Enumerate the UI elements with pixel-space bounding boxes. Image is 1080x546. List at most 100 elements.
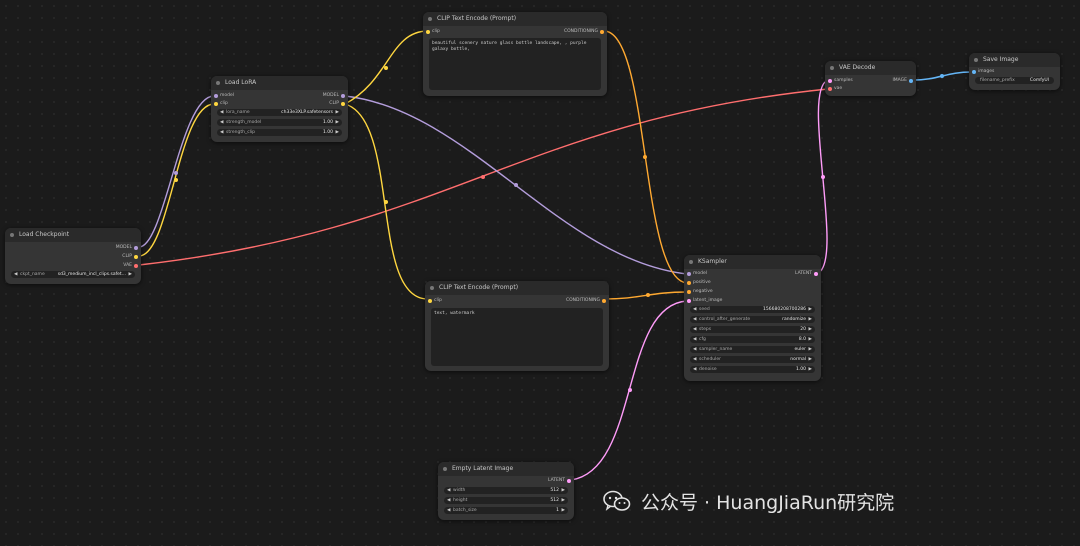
output-pin-icon[interactable]: [341, 101, 345, 106]
output-conditioning[interactable]: CONDITIONING: [566, 297, 606, 304]
arrow-right-icon[interactable]: ▶: [809, 346, 812, 353]
node-title-bar[interactable]: VAE Decode: [825, 61, 916, 75]
input-pin-icon[interactable]: [972, 69, 976, 74]
save-image-node[interactable]: Save Image images filename_prefix ComfyUI: [969, 53, 1060, 90]
arrow-right-icon[interactable]: ▶: [336, 119, 339, 126]
arrow-left-icon[interactable]: ◀: [220, 109, 223, 116]
output-pin-icon[interactable]: [134, 245, 138, 250]
arrow-right-icon[interactable]: ▶: [336, 129, 339, 136]
output-clip[interactable]: CLIP: [122, 253, 138, 260]
strength-clip-slider[interactable]: ◀ strength_clip 1.00 ▶: [217, 129, 342, 136]
input-pin-icon[interactable]: [214, 101, 218, 106]
node-title-bar[interactable]: Load Checkpoint: [5, 228, 141, 242]
collapse-dot-icon[interactable]: [830, 66, 834, 70]
vae-decode-node[interactable]: VAE Decode samples vae IMAGE: [825, 61, 916, 96]
collapse-dot-icon[interactable]: [443, 467, 447, 471]
scheduler-combo[interactable]: ◀ scheduler normal ▶: [690, 356, 815, 363]
node-title-bar[interactable]: Load LoRA: [211, 76, 348, 90]
output-pin-icon[interactable]: [341, 93, 345, 98]
output-model[interactable]: MODEL: [116, 244, 138, 251]
arrow-left-icon[interactable]: ◀: [693, 366, 696, 373]
arrow-right-icon[interactable]: ▶: [809, 306, 812, 313]
arrow-right-icon[interactable]: ▶: [809, 316, 812, 323]
sampler-name-combo[interactable]: ◀ sampler_name euler ▶: [690, 346, 815, 353]
arrow-left-icon[interactable]: ◀: [14, 271, 17, 278]
node-title-bar[interactable]: Save Image: [969, 53, 1060, 67]
clip-text-encode-negative-node[interactable]: CLIP Text Encode (Prompt) clip CONDITION…: [425, 281, 609, 371]
prompt-textarea[interactable]: beautiful scenery nature glass bottle la…: [429, 38, 601, 90]
ksampler-node[interactable]: KSampler model positive negative latent_…: [684, 255, 821, 381]
output-conditioning[interactable]: CONDITIONING: [564, 28, 604, 35]
collapse-dot-icon[interactable]: [10, 233, 14, 237]
prompt-textarea[interactable]: text, watermark: [431, 308, 603, 366]
output-pin-icon[interactable]: [600, 29, 604, 34]
arrow-right-icon[interactable]: ▶: [336, 109, 339, 116]
filename-prefix-field[interactable]: filename_prefix ComfyUI: [975, 77, 1054, 84]
seed-field[interactable]: ◀ seed 156680208700286 ▶: [690, 306, 815, 313]
input-pin-icon[interactable]: [214, 93, 218, 98]
output-vae[interactable]: VAE: [123, 262, 138, 269]
output-clip[interactable]: CLIP: [329, 100, 345, 107]
arrow-right-icon[interactable]: ▶: [129, 271, 132, 278]
node-title-bar[interactable]: CLIP Text Encode (Prompt): [423, 12, 607, 26]
input-model[interactable]: model: [214, 92, 234, 99]
arrow-right-icon[interactable]: ▶: [809, 326, 812, 333]
arrow-left-icon[interactable]: ◀: [220, 129, 223, 136]
input-positive[interactable]: positive: [687, 279, 711, 286]
node-title-bar[interactable]: KSampler: [684, 255, 821, 269]
input-latent-image[interactable]: latent_image: [687, 297, 722, 304]
arrow-right-icon[interactable]: ▶: [809, 366, 812, 373]
width-field[interactable]: ◀ width 512 ▶: [444, 487, 568, 494]
output-model[interactable]: MODEL: [323, 92, 345, 99]
collapse-dot-icon[interactable]: [430, 286, 434, 290]
input-clip[interactable]: clip: [214, 100, 228, 107]
collapse-dot-icon[interactable]: [428, 17, 432, 21]
arrow-right-icon[interactable]: ▶: [562, 487, 565, 494]
output-pin-icon[interactable]: [134, 263, 138, 268]
arrow-left-icon[interactable]: ◀: [447, 507, 450, 514]
output-pin-icon[interactable]: [567, 478, 571, 483]
clip-text-encode-positive-node[interactable]: CLIP Text Encode (Prompt) clip CONDITION…: [423, 12, 607, 96]
input-pin-icon[interactable]: [428, 298, 432, 303]
input-pin-icon[interactable]: [687, 280, 691, 285]
input-pin-icon[interactable]: [687, 289, 691, 294]
node-title-bar[interactable]: CLIP Text Encode (Prompt): [425, 281, 609, 295]
denoise-field[interactable]: ◀ denoise 1.00 ▶: [690, 366, 815, 373]
strength-model-slider[interactable]: ◀ strength_model 1.00 ▶: [217, 119, 342, 126]
lora-name-combo[interactable]: ◀ lora_name ch33e3XLP.safetensors ▶: [217, 109, 342, 116]
node-title-bar[interactable]: Empty Latent Image: [438, 462, 574, 476]
output-pin-icon[interactable]: [814, 271, 818, 276]
cfg-field[interactable]: ◀ cfg 8.0 ▶: [690, 336, 815, 343]
input-pin-icon[interactable]: [687, 298, 691, 303]
output-latent[interactable]: LATENT: [548, 477, 571, 484]
load-lora-node[interactable]: Load LoRA model clip MODEL CLIP ◀ lora_na…: [211, 76, 348, 142]
input-negative[interactable]: negative: [687, 288, 713, 295]
arrow-left-icon[interactable]: ◀: [693, 336, 696, 343]
input-pin-icon[interactable]: [828, 86, 832, 91]
arrow-left-icon[interactable]: ◀: [693, 346, 696, 353]
arrow-right-icon[interactable]: ▶: [809, 356, 812, 363]
input-images[interactable]: images: [972, 68, 994, 75]
arrow-left-icon[interactable]: ◀: [693, 326, 696, 333]
output-pin-icon[interactable]: [909, 78, 913, 83]
output-latent[interactable]: LATENT: [795, 270, 818, 277]
output-pin-icon[interactable]: [134, 254, 138, 259]
input-clip[interactable]: clip: [426, 28, 440, 35]
batch-size-field[interactable]: ◀ batch_size 1 ▶: [444, 507, 568, 514]
input-clip[interactable]: clip: [428, 297, 442, 304]
arrow-left-icon[interactable]: ◀: [220, 119, 223, 126]
load-checkpoint-node[interactable]: Load Checkpoint MODEL CLIP VAE ◀ ckpt_nam…: [5, 228, 141, 284]
ckpt-name-combo[interactable]: ◀ ckpt_name sd3_medium_incl_clips.safet...…: [11, 271, 135, 278]
output-image[interactable]: IMAGE: [892, 77, 913, 84]
arrow-right-icon[interactable]: ▶: [562, 497, 565, 504]
input-model[interactable]: model: [687, 270, 707, 277]
height-field[interactable]: ◀ height 512 ▶: [444, 497, 568, 504]
arrow-left-icon[interactable]: ◀: [693, 306, 696, 313]
arrow-left-icon[interactable]: ◀: [693, 316, 696, 323]
arrow-left-icon[interactable]: ◀: [447, 487, 450, 494]
empty-latent-image-node[interactable]: Empty Latent Image LATENT ◀ width 512 ▶ ◀ he…: [438, 462, 574, 520]
input-pin-icon[interactable]: [687, 271, 691, 276]
input-samples[interactable]: samples: [828, 77, 853, 84]
input-pin-icon[interactable]: [426, 29, 430, 34]
arrow-left-icon[interactable]: ◀: [447, 497, 450, 504]
